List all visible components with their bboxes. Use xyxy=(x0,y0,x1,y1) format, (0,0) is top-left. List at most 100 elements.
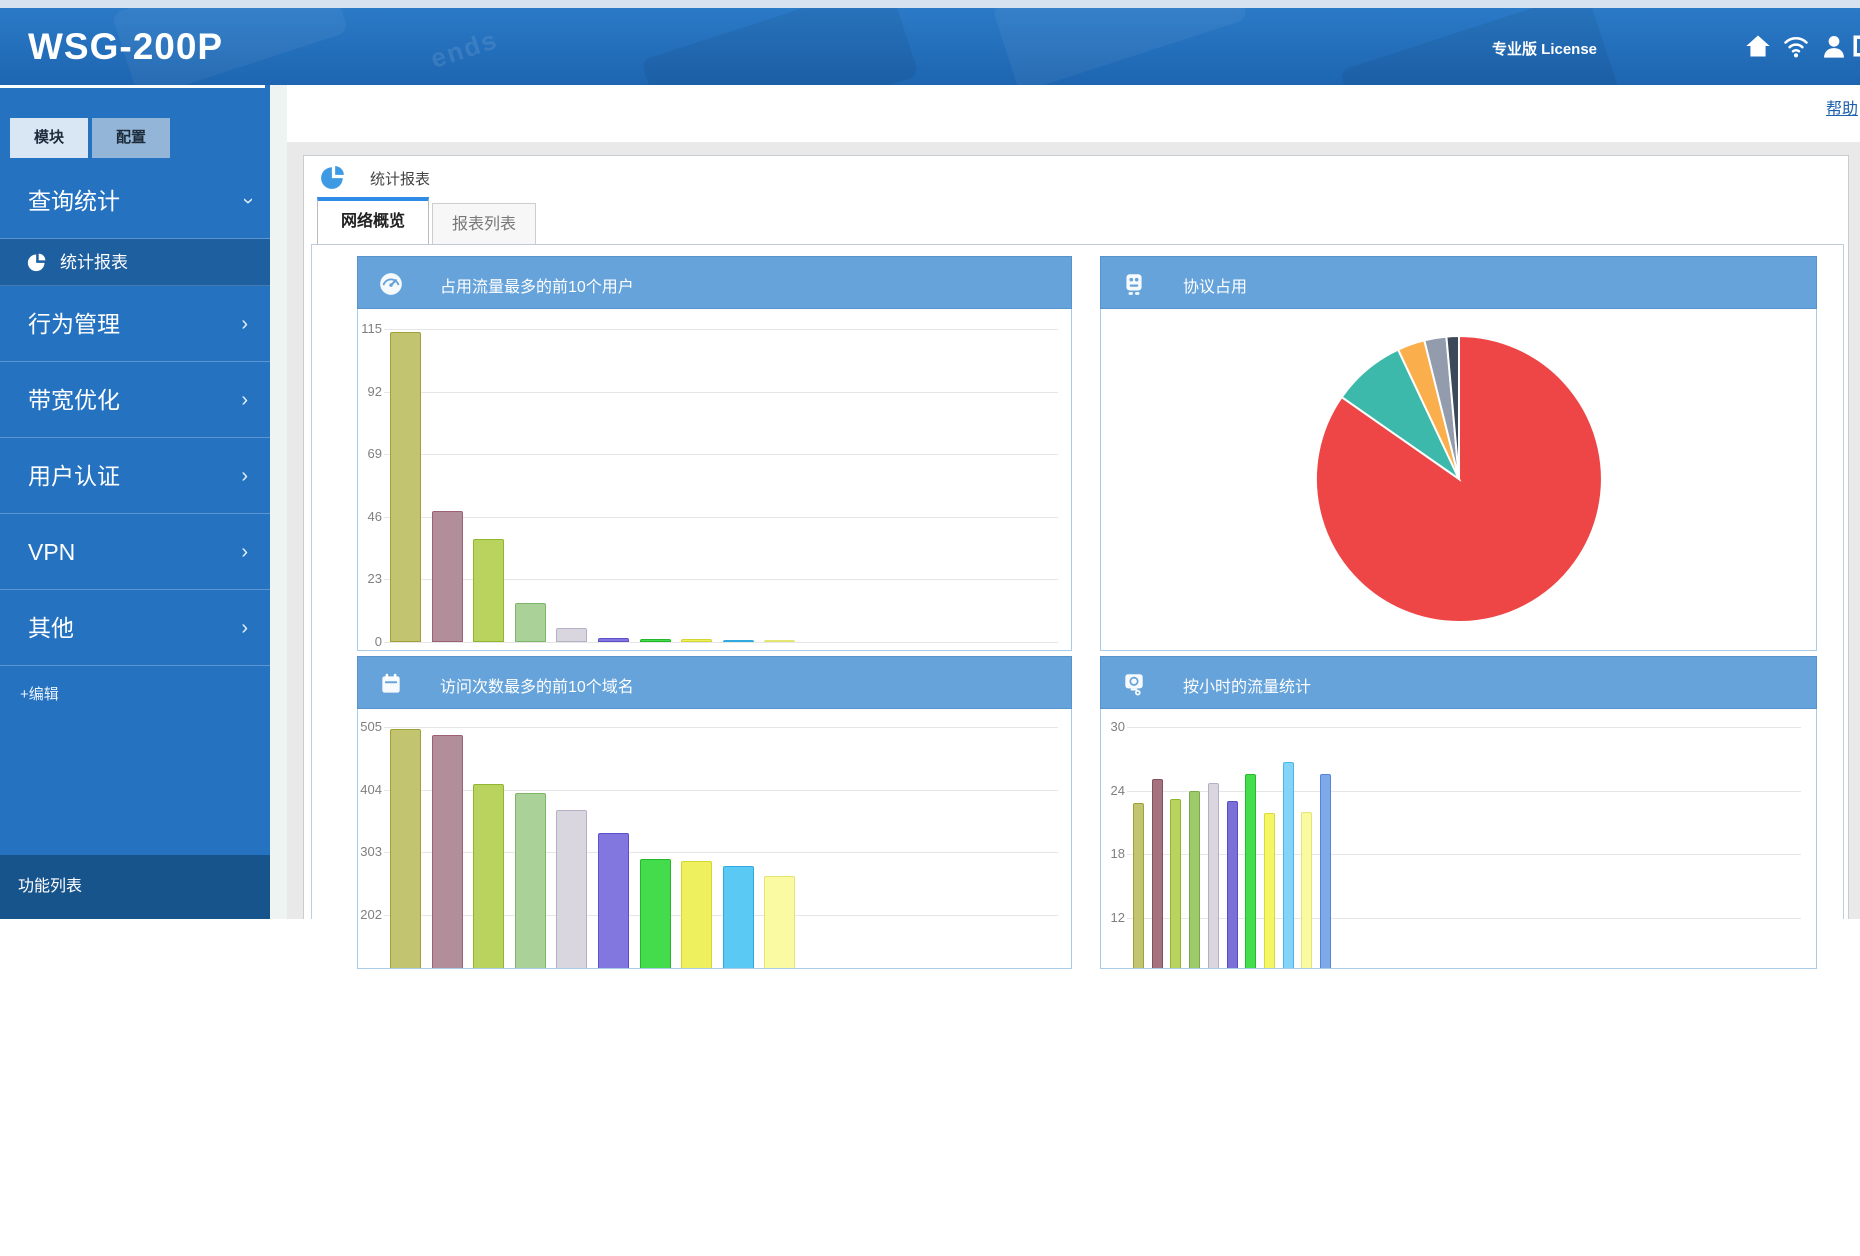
tab-content: 占用流量最多的前10个用户 115 92 69 46 23 0 协议占用 xyxy=(311,244,1844,919)
sidebar-subitem-统计报表[interactable]: 统计报表 xyxy=(0,239,270,286)
content-left-strip xyxy=(270,85,287,919)
bar xyxy=(1227,801,1238,969)
sidebar-item-label: 查询统计 xyxy=(28,188,120,214)
y-axis-tick-label: 12 xyxy=(1101,910,1125,925)
sidebar-footer-function-list[interactable]: 功能列表 xyxy=(0,855,270,919)
sidebar-item-label: 带宽优化 xyxy=(28,387,120,413)
wifi-icon[interactable] xyxy=(1782,32,1810,60)
bar xyxy=(1133,803,1144,969)
robot-icon xyxy=(1121,271,1147,297)
chart-header: 占用流量最多的前10个用户 xyxy=(357,256,1072,309)
bar xyxy=(640,859,671,969)
sidebar-item-label: VPN xyxy=(28,539,75,565)
bar xyxy=(1152,779,1163,969)
bar xyxy=(1264,813,1275,969)
sidebar-item-4[interactable]: VPN › xyxy=(0,514,270,590)
pie-chart-icon xyxy=(318,164,348,190)
sidebar: 模块配置 查询统计›统计报表行为管理›带宽优化›用户认证›VPN›其他› +编辑… xyxy=(0,85,270,919)
gauge-icon xyxy=(378,271,404,297)
y-axis-tick-label: 23 xyxy=(358,571,382,586)
y-axis-tick-label: 0 xyxy=(358,634,382,649)
gridline xyxy=(1127,727,1801,728)
chart-card-top-domains: 访问次数最多的前10个域名 505404303202 xyxy=(357,656,1072,1256)
browser-top-strip xyxy=(0,0,1860,8)
y-axis-tick-label: 115 xyxy=(358,321,382,336)
sidebar-item-2[interactable]: 带宽优化› xyxy=(0,362,270,438)
panel-breadcrumb: 统计报表 xyxy=(318,164,348,190)
chart-header: 访问次数最多的前10个域名 xyxy=(357,656,1072,709)
wsg-dashboard: { "header": { "logo": "WSG-200P", "licen… xyxy=(0,0,1860,919)
y-axis-tick-label: 92 xyxy=(358,384,382,399)
header-pattern xyxy=(992,8,1248,85)
bar xyxy=(598,638,629,642)
y-axis-tick-label: 18 xyxy=(1101,846,1125,861)
chevron-right-icon: › xyxy=(241,514,248,590)
chevron-right-icon: › xyxy=(241,438,248,514)
bar xyxy=(1208,783,1219,969)
gridline xyxy=(384,642,1058,643)
pie-chart-protocol xyxy=(1100,309,1817,651)
sidebar-item-3[interactable]: 用户认证 › xyxy=(0,438,270,514)
calendar-icon xyxy=(378,671,404,697)
sidebar-item-0[interactable]: 查询统计› xyxy=(0,163,270,239)
y-axis-tick-label: 505 xyxy=(358,719,382,734)
app-logo: WSG-200P xyxy=(28,8,223,85)
bar xyxy=(473,784,504,969)
tab-0[interactable]: 网络概览 xyxy=(317,197,429,245)
chevron-right-icon: › xyxy=(241,286,248,362)
bar xyxy=(598,833,629,970)
chart-header: 协议占用 xyxy=(1100,256,1817,309)
sidebar-tab-0[interactable]: 模块 xyxy=(10,118,88,158)
bar xyxy=(432,735,463,969)
bar xyxy=(1301,812,1312,969)
sidebar-tab-bar: 模块配置 xyxy=(10,118,174,158)
chart-title: 占用流量最多的前10个用户 xyxy=(440,273,634,297)
logout-icon[interactable] xyxy=(1850,32,1860,60)
home-icon[interactable] xyxy=(1744,32,1772,60)
gridline xyxy=(384,329,1058,330)
gridline xyxy=(1127,791,1801,792)
y-axis-tick-label: 404 xyxy=(358,782,382,797)
y-axis-tick-label: 46 xyxy=(358,509,382,524)
gridline xyxy=(384,727,1058,728)
bar xyxy=(1320,774,1331,969)
bar xyxy=(390,332,421,642)
panel-title: 统计报表 xyxy=(370,168,430,189)
gridline xyxy=(384,454,1058,455)
bar xyxy=(390,729,421,969)
user-icon[interactable] xyxy=(1820,32,1848,60)
sidebar-tab-1[interactable]: 配置 xyxy=(92,118,170,158)
sidebar-divider xyxy=(0,85,265,88)
bar-chart-top-domains: 505404303202 xyxy=(357,709,1072,969)
sidebar-item-1[interactable]: 行为管理 › xyxy=(0,286,270,362)
chevron-right-icon: › xyxy=(241,590,248,666)
bar xyxy=(723,866,754,969)
sidebar-item-5[interactable]: 其他› xyxy=(0,590,270,666)
gridline xyxy=(384,517,1058,518)
gridline xyxy=(384,392,1058,393)
bar-chart-top-users: 115 92 69 46 23 0 xyxy=(357,309,1072,651)
y-axis-tick-label: 24 xyxy=(1101,783,1125,798)
bar xyxy=(1283,762,1294,969)
bar xyxy=(723,640,754,642)
help-link[interactable]: 帮助 xyxy=(1826,95,1858,119)
chart-title: 访问次数最多的前10个域名 xyxy=(440,673,634,697)
main-tab-bar: 网络概览报表列表 xyxy=(317,197,536,245)
meter-icon xyxy=(1121,671,1147,697)
statistics-report-panel: 统计报表 网络概览报表列表 占用流量最多的前10个用户 115 92 69 46 23 0 xyxy=(303,155,1849,919)
bar xyxy=(515,793,546,969)
app-header: ends WSG-200P 专业版 License xyxy=(0,8,1860,85)
chart-title: 按小时的流量统计 xyxy=(1183,673,1311,697)
bar xyxy=(432,511,463,642)
chart-card-top-users: 占用流量最多的前10个用户 115 92 69 46 23 0 xyxy=(357,256,1072,651)
chart-title: 协议占用 xyxy=(1183,273,1247,297)
y-axis-tick-label: 69 xyxy=(358,446,382,461)
tab-1[interactable]: 报表列表 xyxy=(432,203,536,245)
sidebar-item-label: 行为管理 xyxy=(28,311,120,337)
y-axis-tick-label: 303 xyxy=(358,844,382,859)
sidebar-edit-link[interactable]: +编辑 xyxy=(20,683,59,704)
sidebar-item-label: 用户认证 xyxy=(28,463,120,489)
bar xyxy=(473,539,504,642)
chart-header: 按小时的流量统计 xyxy=(1100,656,1817,709)
bar xyxy=(1189,791,1200,969)
